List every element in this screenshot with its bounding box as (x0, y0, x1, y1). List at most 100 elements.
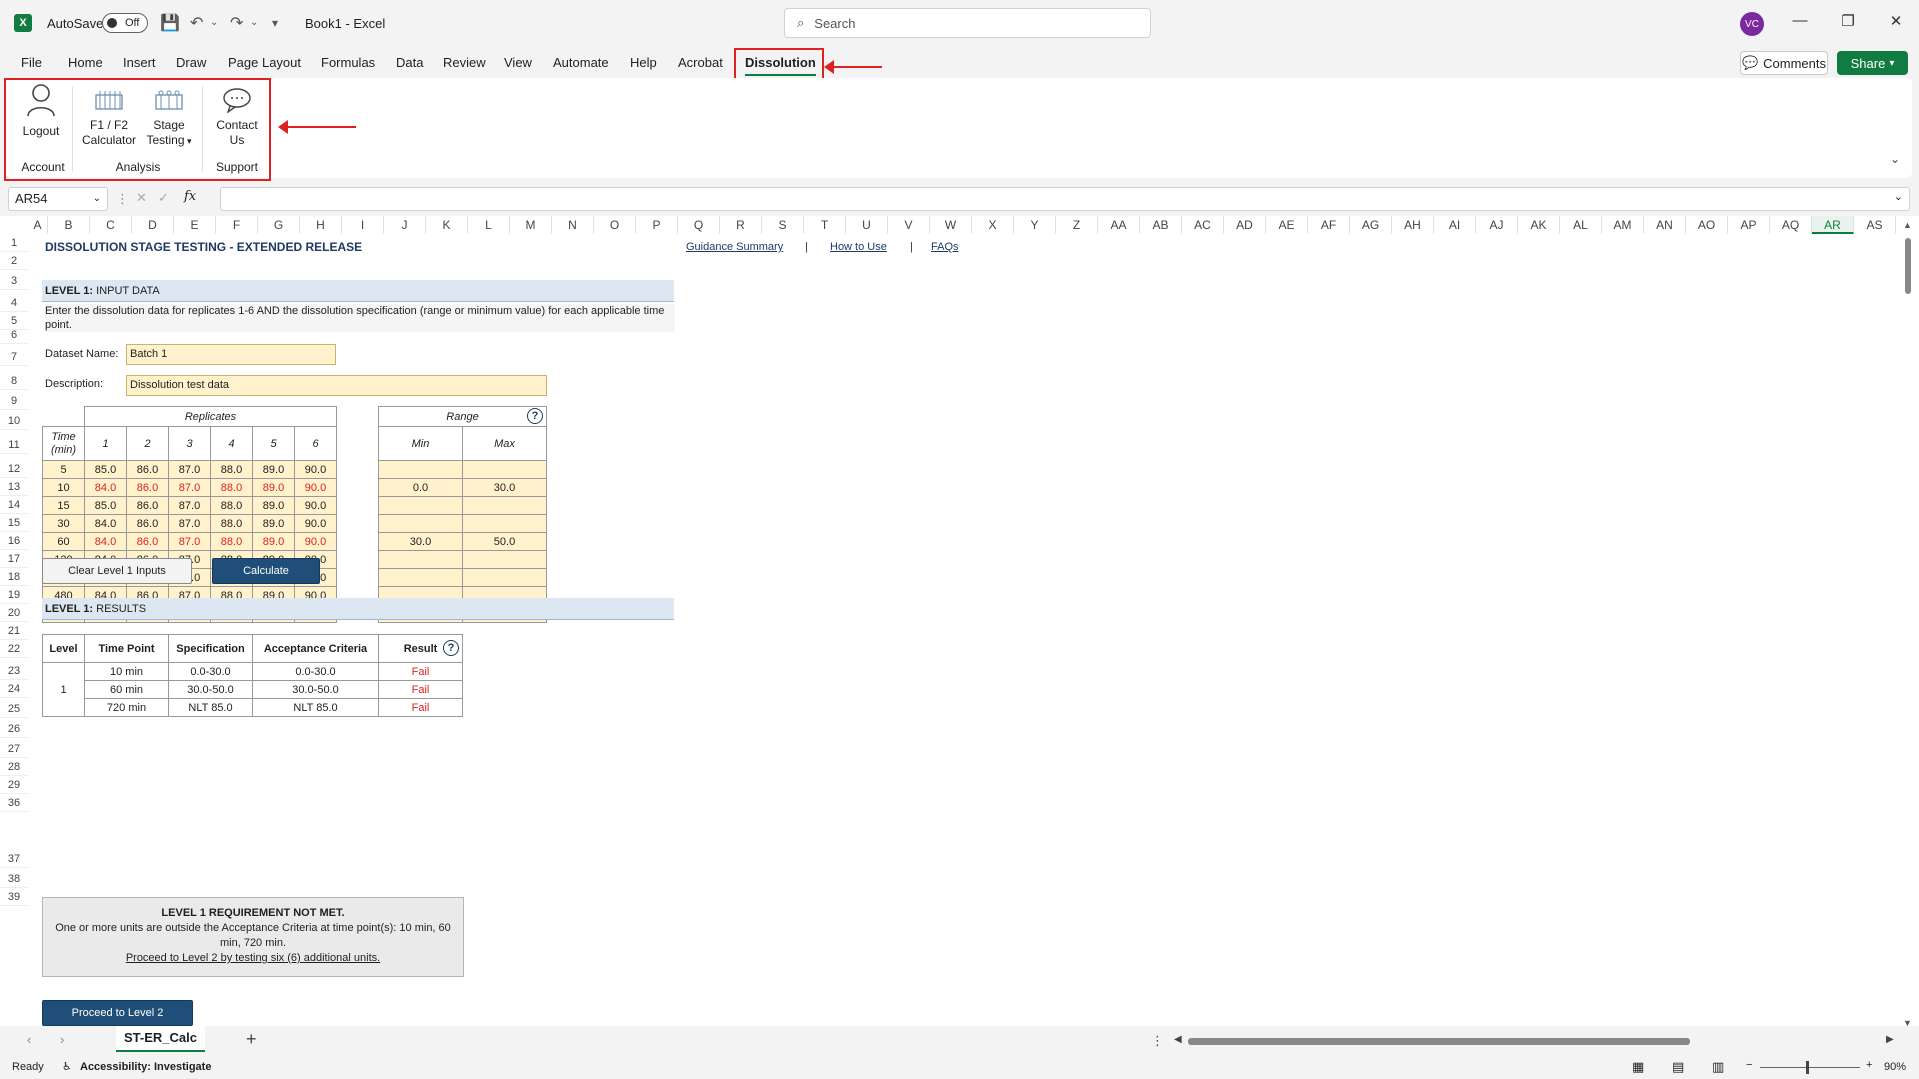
column-header[interactable]: V (888, 216, 930, 234)
time-cell[interactable]: 10 (42, 478, 85, 497)
range-min-cell[interactable]: 30.0 (378, 532, 463, 551)
row-header[interactable]: 9 (0, 392, 28, 410)
row-header[interactable]: 14 (0, 496, 28, 514)
replicate-cell[interactable]: 86.0 (126, 496, 169, 515)
undo-dropdown-icon[interactable]: ⌄ (210, 17, 218, 28)
replicate-cell[interactable]: 90.0 (294, 478, 337, 497)
insert-function-icon[interactable]: fx (184, 189, 196, 204)
row-header[interactable]: 27 (0, 740, 28, 758)
range-min-cell[interactable] (378, 514, 463, 533)
accessibility-status[interactable]: Accessibility: Investigate (80, 1061, 211, 1073)
range-min-cell[interactable]: 0.0 (378, 478, 463, 497)
row-header[interactable]: 15 (0, 514, 28, 532)
column-header[interactable]: AB (1140, 216, 1182, 234)
column-header[interactable]: W (930, 216, 972, 234)
column-header[interactable]: AH (1392, 216, 1434, 234)
autosave-toggle[interactable]: Off (102, 13, 148, 33)
row-header[interactable]: 16 (0, 532, 28, 550)
row-header[interactable]: 24 (0, 680, 28, 698)
column-header[interactable]: A (28, 216, 48, 234)
replicate-cell[interactable]: 86.0 (126, 478, 169, 497)
column-header[interactable]: Z (1056, 216, 1098, 234)
tab-draw[interactable]: Draw (176, 55, 206, 70)
replicate-cell[interactable]: 84.0 (84, 532, 127, 551)
row-header[interactable]: 23 (0, 662, 28, 680)
calculate-button[interactable]: Calculate (212, 558, 320, 584)
tab-data[interactable]: Data (396, 55, 423, 70)
save-icon[interactable]: 💾 (160, 13, 180, 33)
column-header[interactable]: G (258, 216, 300, 234)
row-header[interactable]: 6 (0, 326, 28, 344)
replicate-cell[interactable]: 88.0 (210, 532, 253, 551)
zoom-slider[interactable] (1760, 1061, 1860, 1074)
row-header[interactable]: 26 (0, 720, 28, 738)
restore-icon[interactable]: ❐ (1836, 12, 1860, 30)
clear-level1-inputs-button[interactable]: Clear Level 1 Inputs (42, 558, 192, 584)
range-max-cell[interactable] (462, 514, 547, 533)
range-max-cell[interactable]: 30.0 (462, 478, 547, 497)
column-header[interactable]: C (90, 216, 132, 234)
row-header[interactable]: 21 (0, 622, 28, 640)
proceed-to-level2-button[interactable]: Proceed to Level 2 (42, 1000, 193, 1026)
confirm-entry-icon[interactable]: ✓ (158, 190, 169, 206)
replicate-cell[interactable]: 88.0 (210, 460, 253, 479)
tab-insert[interactable]: Insert (123, 55, 156, 70)
help-icon[interactable]: ? (527, 408, 543, 424)
row-header[interactable]: 20 (0, 604, 28, 622)
replicate-cell[interactable]: 88.0 (210, 496, 253, 515)
undo-icon[interactable]: ↶ (190, 13, 203, 33)
minimize-icon[interactable]: — (1788, 12, 1812, 29)
tab-home[interactable]: Home (68, 55, 103, 70)
row-header[interactable]: 3 (0, 272, 28, 290)
redo-dropdown-icon[interactable]: ⌄ (250, 17, 258, 28)
replicate-cell[interactable]: 87.0 (168, 514, 211, 533)
column-header[interactable]: X (972, 216, 1014, 234)
range-max-cell[interactable] (462, 568, 547, 587)
replicate-cell[interactable]: 89.0 (252, 460, 295, 479)
scroll-left-icon[interactable]: ◀ (1174, 1034, 1182, 1045)
column-header[interactable]: N (552, 216, 594, 234)
range-min-cell[interactable] (378, 568, 463, 587)
horizontal-scroll-thumb[interactable] (1188, 1038, 1690, 1045)
range-min-cell[interactable] (378, 460, 463, 479)
column-header[interactable]: U (846, 216, 888, 234)
description-input[interactable]: Dissolution test data (126, 375, 547, 396)
scroll-right-icon[interactable]: ▶ (1886, 1034, 1894, 1045)
worksheet-grid[interactable]: A B C D E F G H I J K L M N O P Q R S T U V W X Y Z AA AB AC AD AE AF AG… (0, 216, 1919, 1026)
row-header[interactable]: 36 (0, 794, 28, 812)
replicate-cell[interactable]: 88.0 (210, 478, 253, 497)
help-icon[interactable]: ? (443, 640, 459, 656)
range-max-cell[interactable] (462, 550, 547, 569)
row-header[interactable]: 37 (0, 850, 28, 868)
replicate-cell[interactable]: 87.0 (168, 496, 211, 515)
search-box[interactable]: ⌕ Search (784, 8, 1151, 38)
tab-formulas[interactable]: Formulas (321, 55, 375, 70)
column-header[interactable]: I (342, 216, 384, 234)
sheet-tab-st-er-calc[interactable]: ST-ER_Calc (116, 1026, 205, 1052)
replicate-cell[interactable]: 90.0 (294, 514, 337, 533)
column-header[interactable]: D (132, 216, 174, 234)
column-header[interactable]: AE (1266, 216, 1308, 234)
link-faqs[interactable]: FAQs (931, 241, 959, 253)
zoom-slider-thumb[interactable] (1806, 1061, 1809, 1074)
column-header[interactable]: AF (1308, 216, 1350, 234)
column-header[interactable]: Q (678, 216, 720, 234)
replicate-cell[interactable]: 84.0 (84, 478, 127, 497)
replicate-cell[interactable]: 90.0 (294, 496, 337, 515)
page-layout-view-icon[interactable]: ▤ (1672, 1059, 1684, 1075)
column-header[interactable]: AS (1854, 216, 1896, 234)
next-sheet-icon[interactable]: › (60, 1032, 64, 1047)
row-header[interactable]: 4 (0, 294, 28, 312)
replicate-cell[interactable]: 90.0 (294, 532, 337, 551)
tab-help[interactable]: Help (630, 55, 657, 70)
column-header[interactable]: AG (1350, 216, 1392, 234)
replicate-cell[interactable]: 87.0 (168, 460, 211, 479)
column-header[interactable]: AD (1224, 216, 1266, 234)
column-header[interactable]: J (384, 216, 426, 234)
row-header[interactable]: 19 (0, 586, 28, 604)
row-header[interactable]: 22 (0, 640, 28, 658)
link-guidance-summary[interactable]: Guidance Summary (686, 241, 783, 253)
scroll-up-icon[interactable]: ▲ (1903, 220, 1912, 230)
replicate-cell[interactable]: 89.0 (252, 532, 295, 551)
range-max-cell[interactable]: 50.0 (462, 532, 547, 551)
